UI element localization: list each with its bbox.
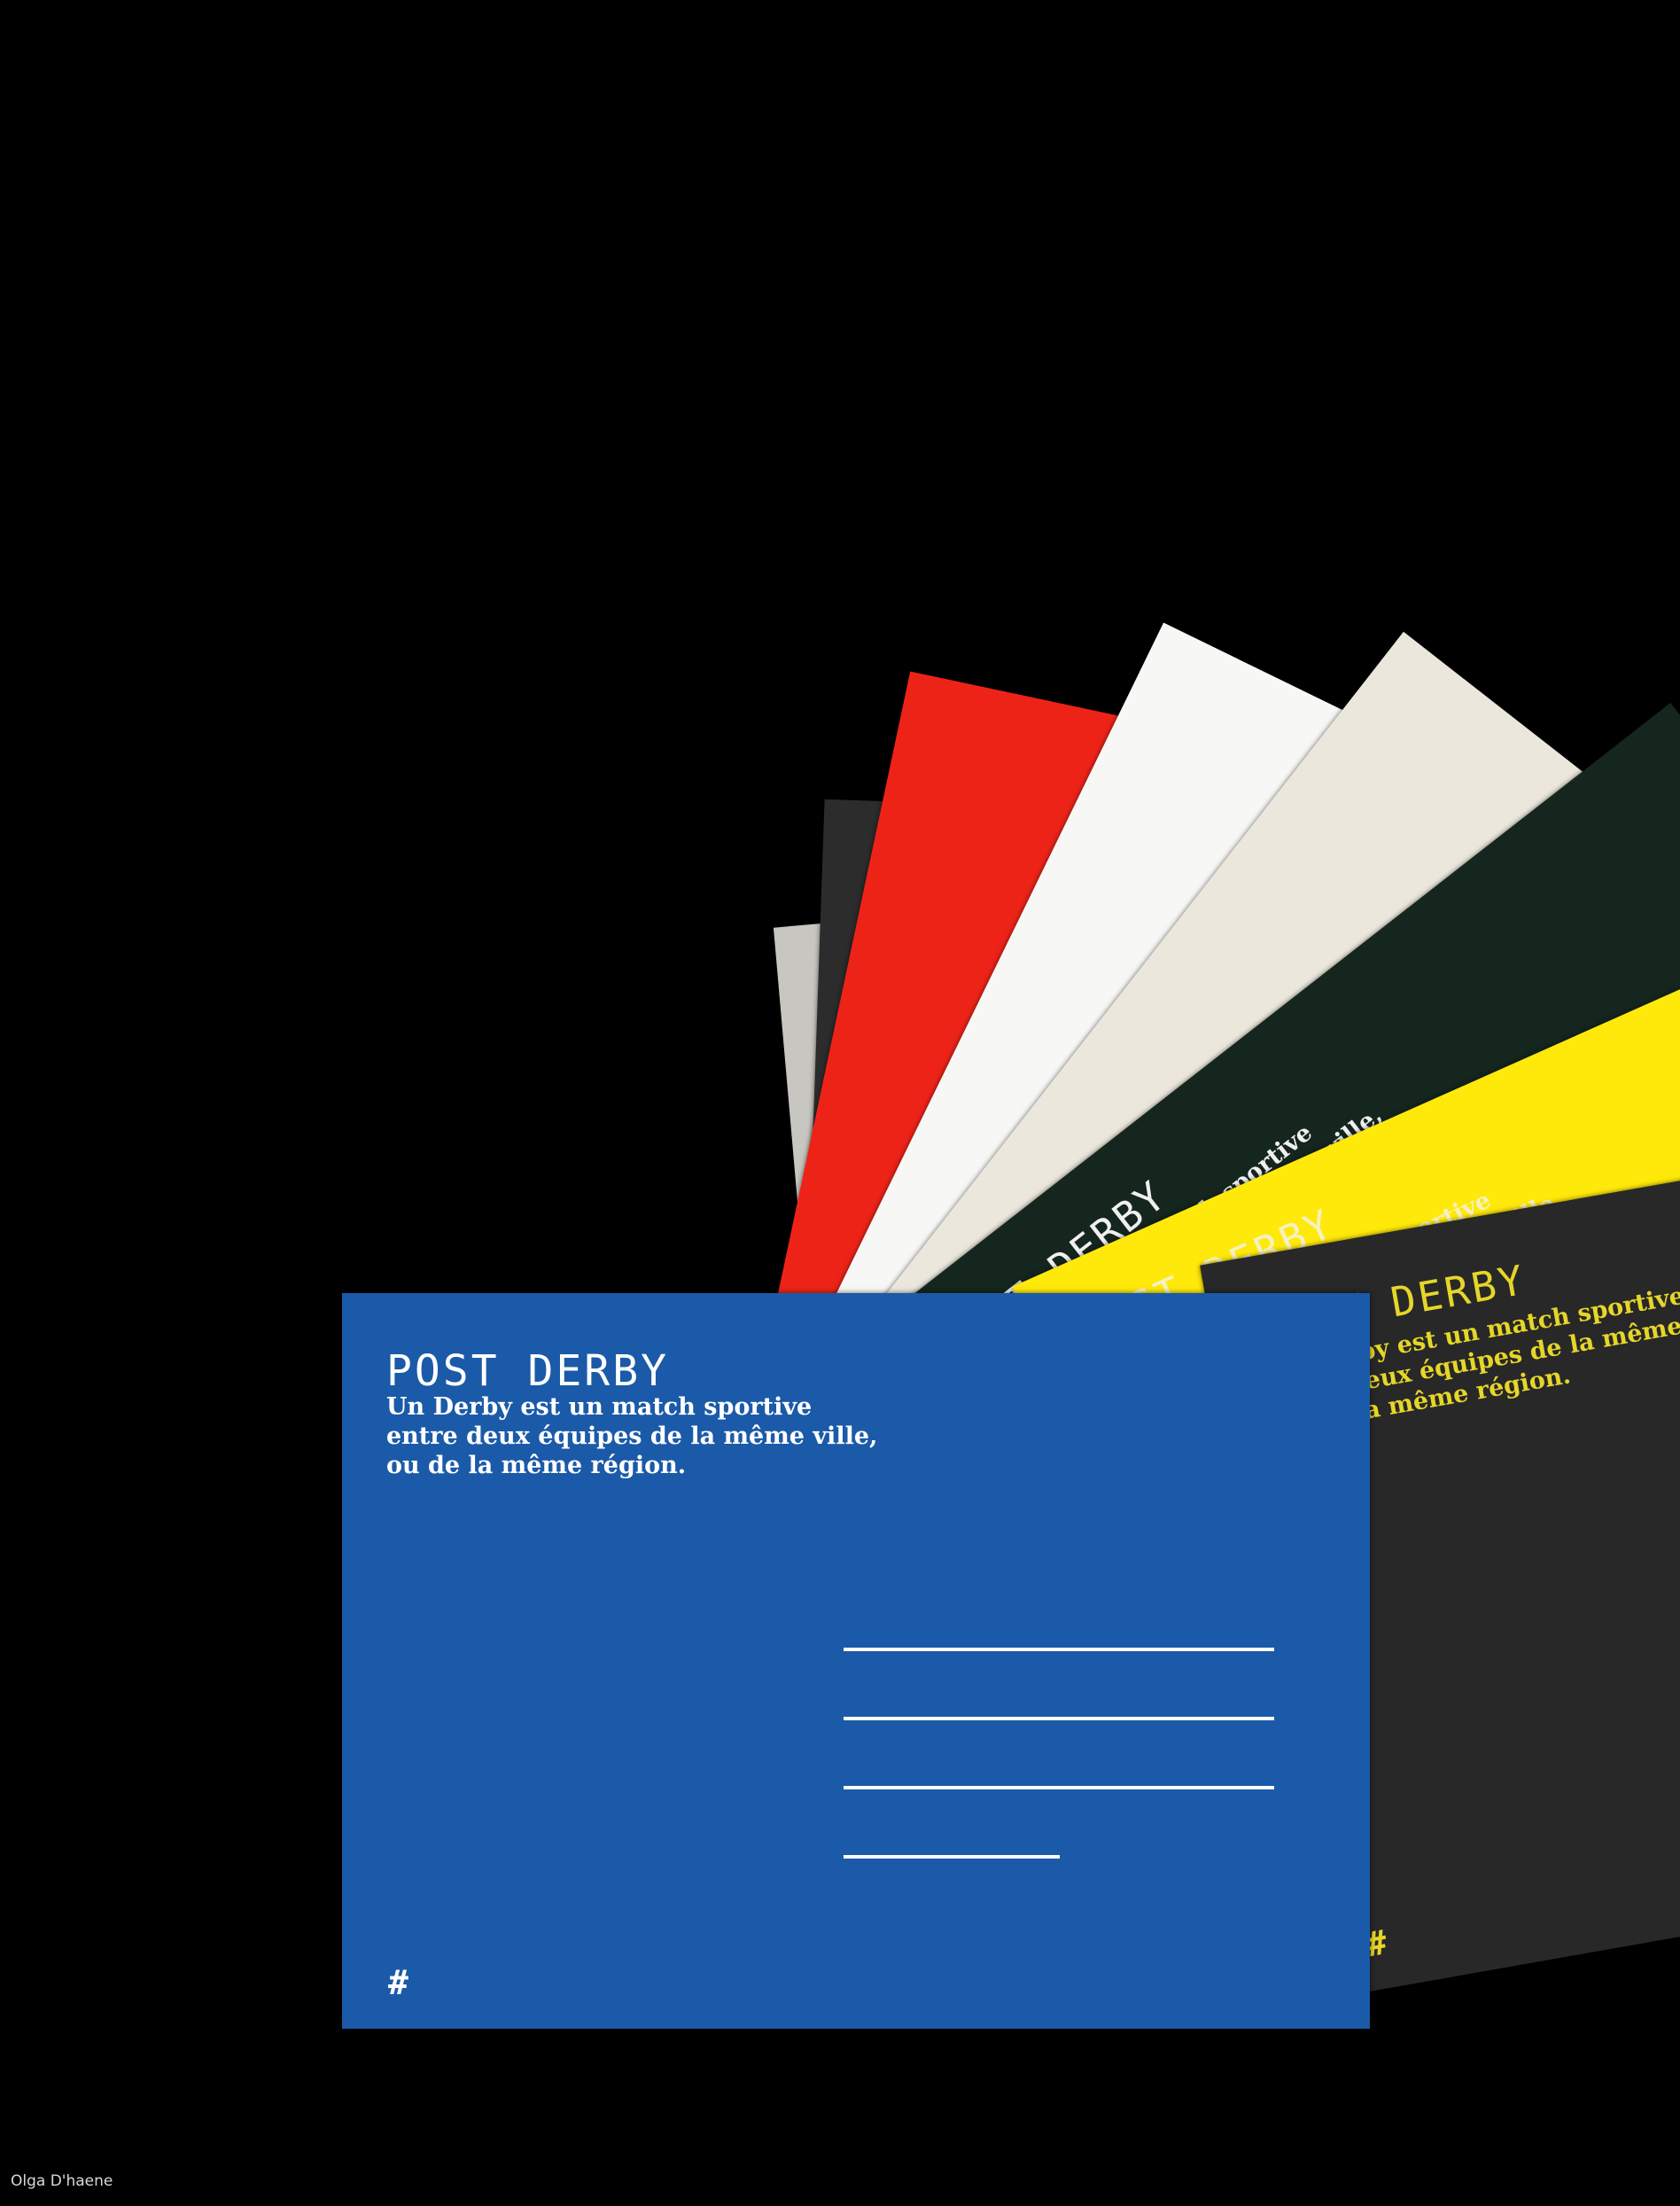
address-line [844, 1648, 1274, 1651]
address-line [844, 1855, 1060, 1859]
card-body: Un Derby est un match sportiveentre deux… [386, 1393, 878, 1479]
address-line [844, 1786, 1274, 1789]
address-lines [844, 1648, 1278, 1878]
card-title: POST DERBY [386, 1346, 669, 1396]
hash-icon: # [388, 1963, 408, 2002]
address-line [844, 1717, 1274, 1720]
blue-card: POST DERBY Un Derby est un match sportiv… [342, 1293, 1370, 2029]
photo-credit: Olga D'haene [11, 2172, 113, 2190]
